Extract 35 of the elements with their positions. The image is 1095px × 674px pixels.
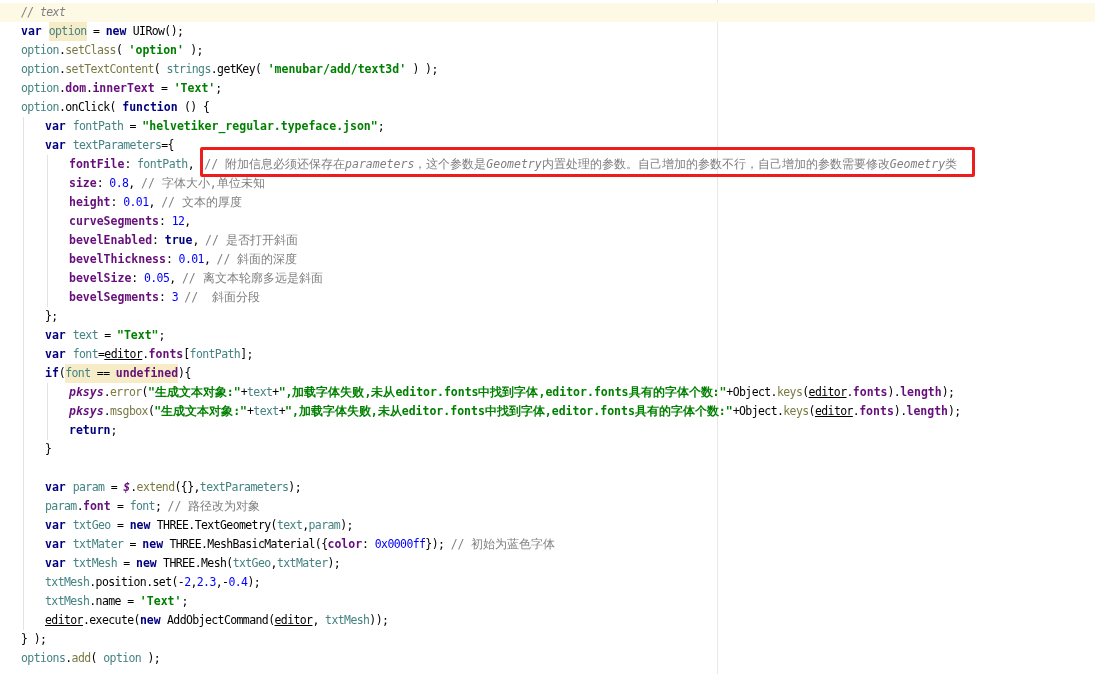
code-line: bevelThickness: 0.01, // 斜面的深度: [69, 251, 298, 268]
code-line: option.setTextContent( strings.getKey( 'menubar/add/text3d' ) );: [21, 61, 438, 78]
code-line: var textParameters={: [45, 137, 174, 154]
code-line: txtMesh.position.set(-2,2.3,-0.4);: [45, 574, 261, 591]
code-line: bevelEnabled: true, // 是否打开斜面: [69, 232, 298, 249]
code-line: option.dom.innerText = 'Text';: [21, 80, 222, 97]
code-line: option.setClass( 'option' );: [21, 42, 203, 59]
code-line: var fontPath = "helvetiker_regular.typeface.json";: [45, 118, 384, 136]
code-line: option.onClick( function () {: [21, 99, 210, 116]
code-line: var txtMesh = new THREE.Mesh(txtGeo,txtMater);: [45, 555, 341, 572]
code-line: options.add( option );: [21, 650, 161, 667]
code-line: var txtMater = new THREE.MeshBasicMaterial({color: 0x0000ff}); // 初始为蓝色字体: [45, 536, 556, 553]
code-line: }: [45, 441, 52, 458]
code-line: } );: [21, 631, 47, 648]
annotated-comment: // 附加信息必须还保存在parameters，这个参数是Geometry内置处理的参数。自己增加的参数不行，自己增加的参数需要修改Geometry类: [200, 147, 976, 177]
code-line: curveSegments: 12,: [69, 213, 191, 230]
code-line: var font=editor.fonts[fontPath];: [45, 346, 253, 363]
code-line: var param = $.extend({},textParameters);: [45, 479, 301, 496]
code-line: if(font == undefined){: [45, 364, 191, 383]
code-line: height: 0.01, // 文本的厚度: [69, 194, 242, 211]
code-line: editor.execute(new AddObjectCommand(editor, txtMesh));: [45, 612, 389, 629]
code-line: bevelSize: 0.05, // 离文本轮廓多远是斜面: [69, 270, 323, 287]
code-line: pksys.msgbox("生成文本对象:"+text+",加载字体失败,未从editor.fonts中找到字体,editor.fonts具有的字体个数:"+Object.keys(editor.fonts).length);: [69, 403, 961, 420]
code-line: size: 0.8, // 字体大小,单位未知: [69, 175, 265, 192]
code-line: bevelSegments: 3 // 斜面分段: [69, 289, 261, 306]
code-line: var option = new UIRow();: [21, 22, 184, 41]
code-line: return;: [69, 422, 117, 439]
code-line: // text: [21, 4, 66, 21]
code-line: };: [45, 308, 58, 325]
code-line: var text = "Text";: [45, 327, 165, 344]
code-text: fontFile: fontPath,: [69, 156, 195, 173]
code-line: param.font = font; // 路径改为对象: [45, 498, 261, 515]
code-line: txtMesh.name = 'Text';: [45, 593, 188, 610]
code-line: pksys.error("生成文本对象:"+text+",加载字体失败,未从editor.fonts中找到字体,editor.fonts具有的字体个数:"+Object.keys(editor.fonts).length);: [69, 384, 955, 401]
code-line: var txtGeo = new THREE.TextGeometry(text,param);: [45, 517, 353, 534]
